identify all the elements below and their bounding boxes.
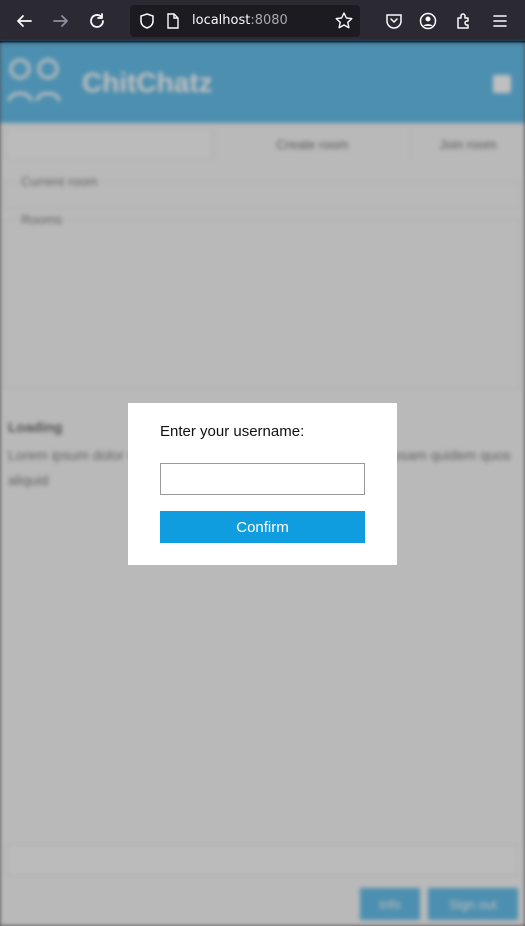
url-port: :8080 xyxy=(250,13,288,28)
page-icon[interactable] xyxy=(166,13,180,29)
pocket-icon[interactable] xyxy=(383,10,405,32)
shield-icon[interactable] xyxy=(138,12,156,30)
url-text[interactable]: localhost:8080 xyxy=(192,13,288,28)
username-label: Enter your username: xyxy=(160,423,305,440)
url-host: localhost xyxy=(192,13,251,28)
back-icon[interactable] xyxy=(10,7,38,35)
url-bar[interactable]: localhost:8080 xyxy=(130,5,360,37)
menu-icon[interactable] xyxy=(489,10,511,32)
account-icon[interactable] xyxy=(417,10,439,32)
forward-icon[interactable] xyxy=(47,7,75,35)
username-input[interactable] xyxy=(160,463,365,495)
reload-icon[interactable] xyxy=(83,7,111,35)
username-dialog: Enter your username: Confirm xyxy=(128,403,397,565)
extensions-icon[interactable] xyxy=(453,10,475,32)
confirm-button[interactable]: Confirm xyxy=(160,511,365,543)
bookmark-star-icon[interactable] xyxy=(334,11,354,31)
browser-toolbar: localhost:8080 xyxy=(0,0,525,42)
